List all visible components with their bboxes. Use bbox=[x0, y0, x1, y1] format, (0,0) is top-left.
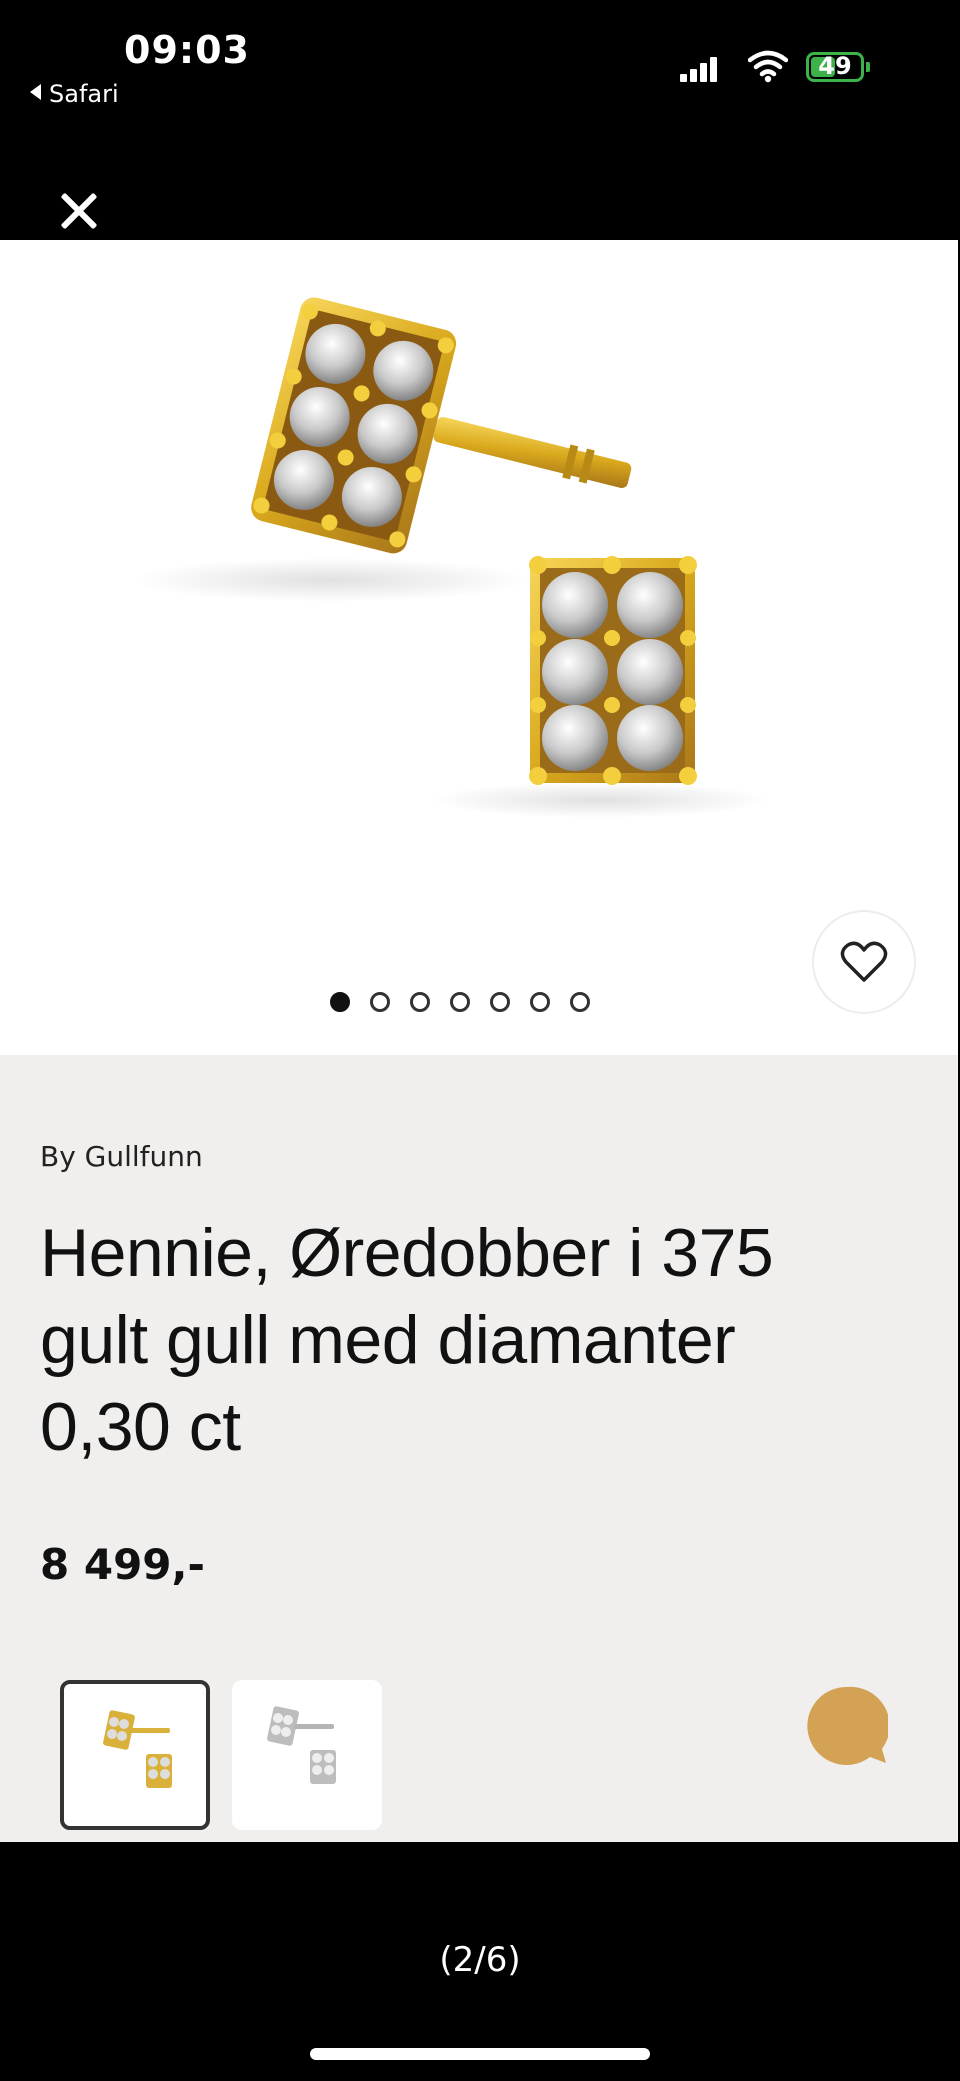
product-price: 8 499,- bbox=[40, 1540, 205, 1589]
back-arrow-icon bbox=[30, 84, 41, 100]
heart-icon bbox=[840, 941, 888, 982]
product-image-gallery[interactable] bbox=[0, 240, 958, 1055]
image-counter: (2/6) bbox=[439, 1940, 521, 1980]
status-time: 09:03 bbox=[124, 28, 250, 72]
pagination-dot[interactable] bbox=[330, 992, 350, 1012]
status-bar: 09:03 Safari 49 bbox=[0, 0, 960, 240]
chat-bubble-icon[interactable] bbox=[806, 1685, 888, 1767]
product-brand[interactable]: By Gullfunn bbox=[40, 1140, 203, 1173]
wifi-icon bbox=[748, 50, 788, 83]
battery-icon: 49 bbox=[806, 52, 864, 82]
battery-tip bbox=[866, 62, 870, 72]
earrings-image bbox=[130, 297, 770, 818]
close-icon[interactable] bbox=[56, 190, 100, 234]
variant-thumbnail-white-gold[interactable] bbox=[232, 1680, 382, 1830]
pagination-dot[interactable] bbox=[370, 992, 390, 1012]
pagination-dot[interactable] bbox=[490, 992, 510, 1012]
cellular-signal-icon bbox=[680, 52, 730, 82]
variant-image bbox=[103, 1710, 172, 1788]
back-to-safari-link[interactable]: Safari bbox=[30, 80, 119, 108]
product-screen: By Gullfunn Hennie, Øredobber i 375 gult… bbox=[0, 240, 958, 1842]
pagination-dot[interactable] bbox=[530, 992, 550, 1012]
pagination-dot[interactable] bbox=[410, 992, 430, 1012]
variant-thumbnail-yellow-gold[interactable] bbox=[60, 1680, 210, 1830]
product-title: Hennie, Øredobber i 375 gult gull med di… bbox=[40, 1215, 774, 1465]
variant-image bbox=[267, 1706, 336, 1784]
home-indicator[interactable] bbox=[310, 2048, 650, 2060]
pagination-dot[interactable] bbox=[570, 992, 590, 1012]
battery-level: 49 bbox=[818, 52, 852, 80]
pagination-dot[interactable] bbox=[450, 992, 470, 1012]
favorite-button[interactable] bbox=[814, 912, 914, 1012]
gallery-pagination bbox=[330, 992, 590, 1020]
back-app-label: Safari bbox=[49, 80, 119, 108]
